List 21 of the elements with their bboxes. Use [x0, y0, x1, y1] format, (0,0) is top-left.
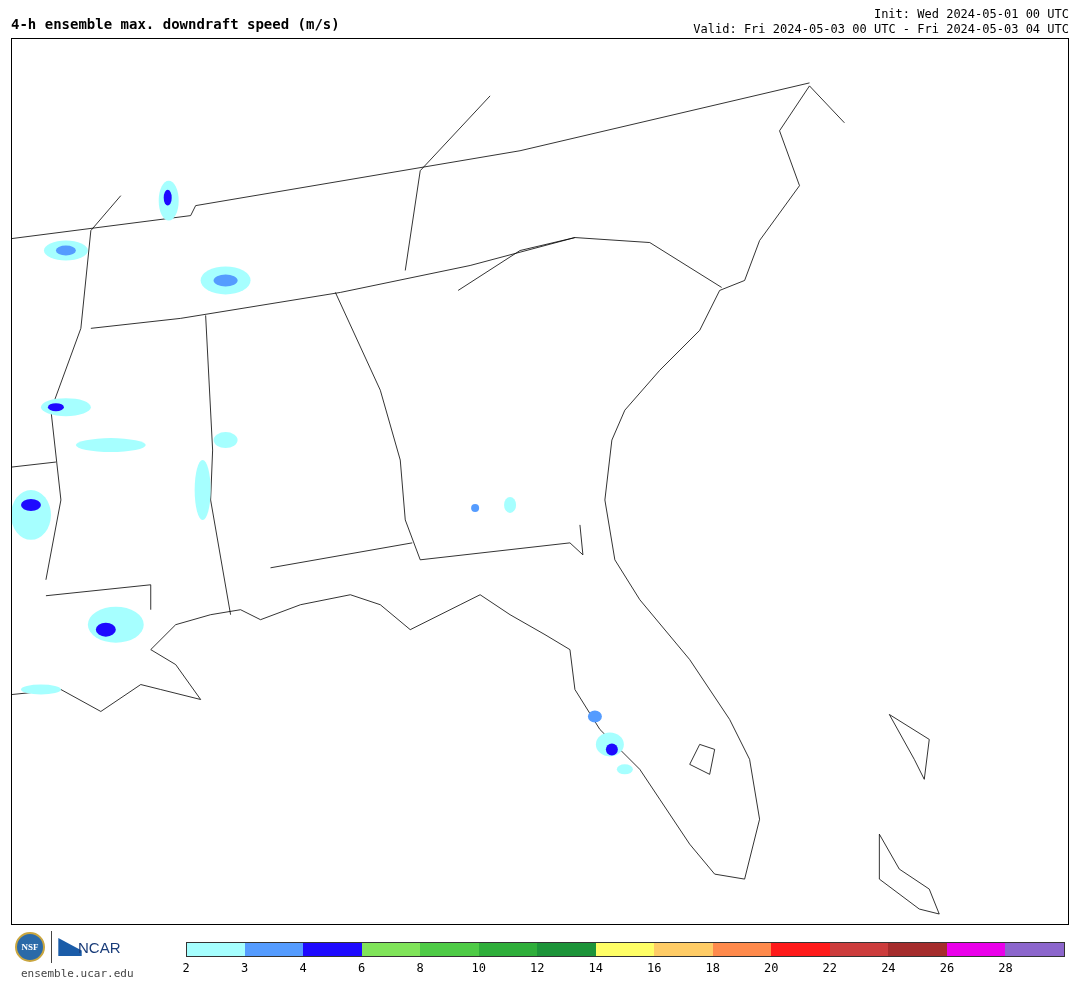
colorbar-tick-label: 12 — [529, 961, 545, 975]
colorbar-tick-label: 24 — [881, 961, 896, 975]
colorbar-tick-label: 20 — [764, 961, 779, 975]
valid-time: Valid: Fri 2024-05-03 00 UTC - Fri 2024-05-03 04 UTC — [693, 22, 1069, 37]
colorbar-tick-label: 26 — [939, 961, 955, 975]
colorbar-tick-label: 3 — [240, 961, 249, 975]
colorbar-tick-label: 10 — [471, 961, 486, 975]
colorbar-tick-label: 6 — [358, 961, 366, 975]
colorbar-tick-label: 22 — [822, 961, 838, 975]
colorbar-tick-label: 16 — [647, 961, 662, 975]
ncar-logo: NCAR — [78, 938, 121, 956]
colorbar-tick-label: 2 — [182, 961, 190, 975]
nsf-logo: NSF — [15, 932, 45, 962]
colorbar-tick-label: 8 — [416, 961, 424, 975]
site-url: ensemble.ucar.edu — [20, 967, 134, 980]
colorbar-tick-label: 28 — [998, 961, 1013, 975]
colorbar-tick-label: 18 — [705, 961, 720, 975]
colorbar-tick-label: 14 — [588, 961, 603, 975]
colorbar-tick-label: 4 — [299, 961, 307, 975]
init-time: Init: Wed 2024-05-01 00 UTC — [872, 7, 1069, 22]
plot-title: 4-h ensemble max. downdraft speed (m/s) — [11, 16, 340, 34]
